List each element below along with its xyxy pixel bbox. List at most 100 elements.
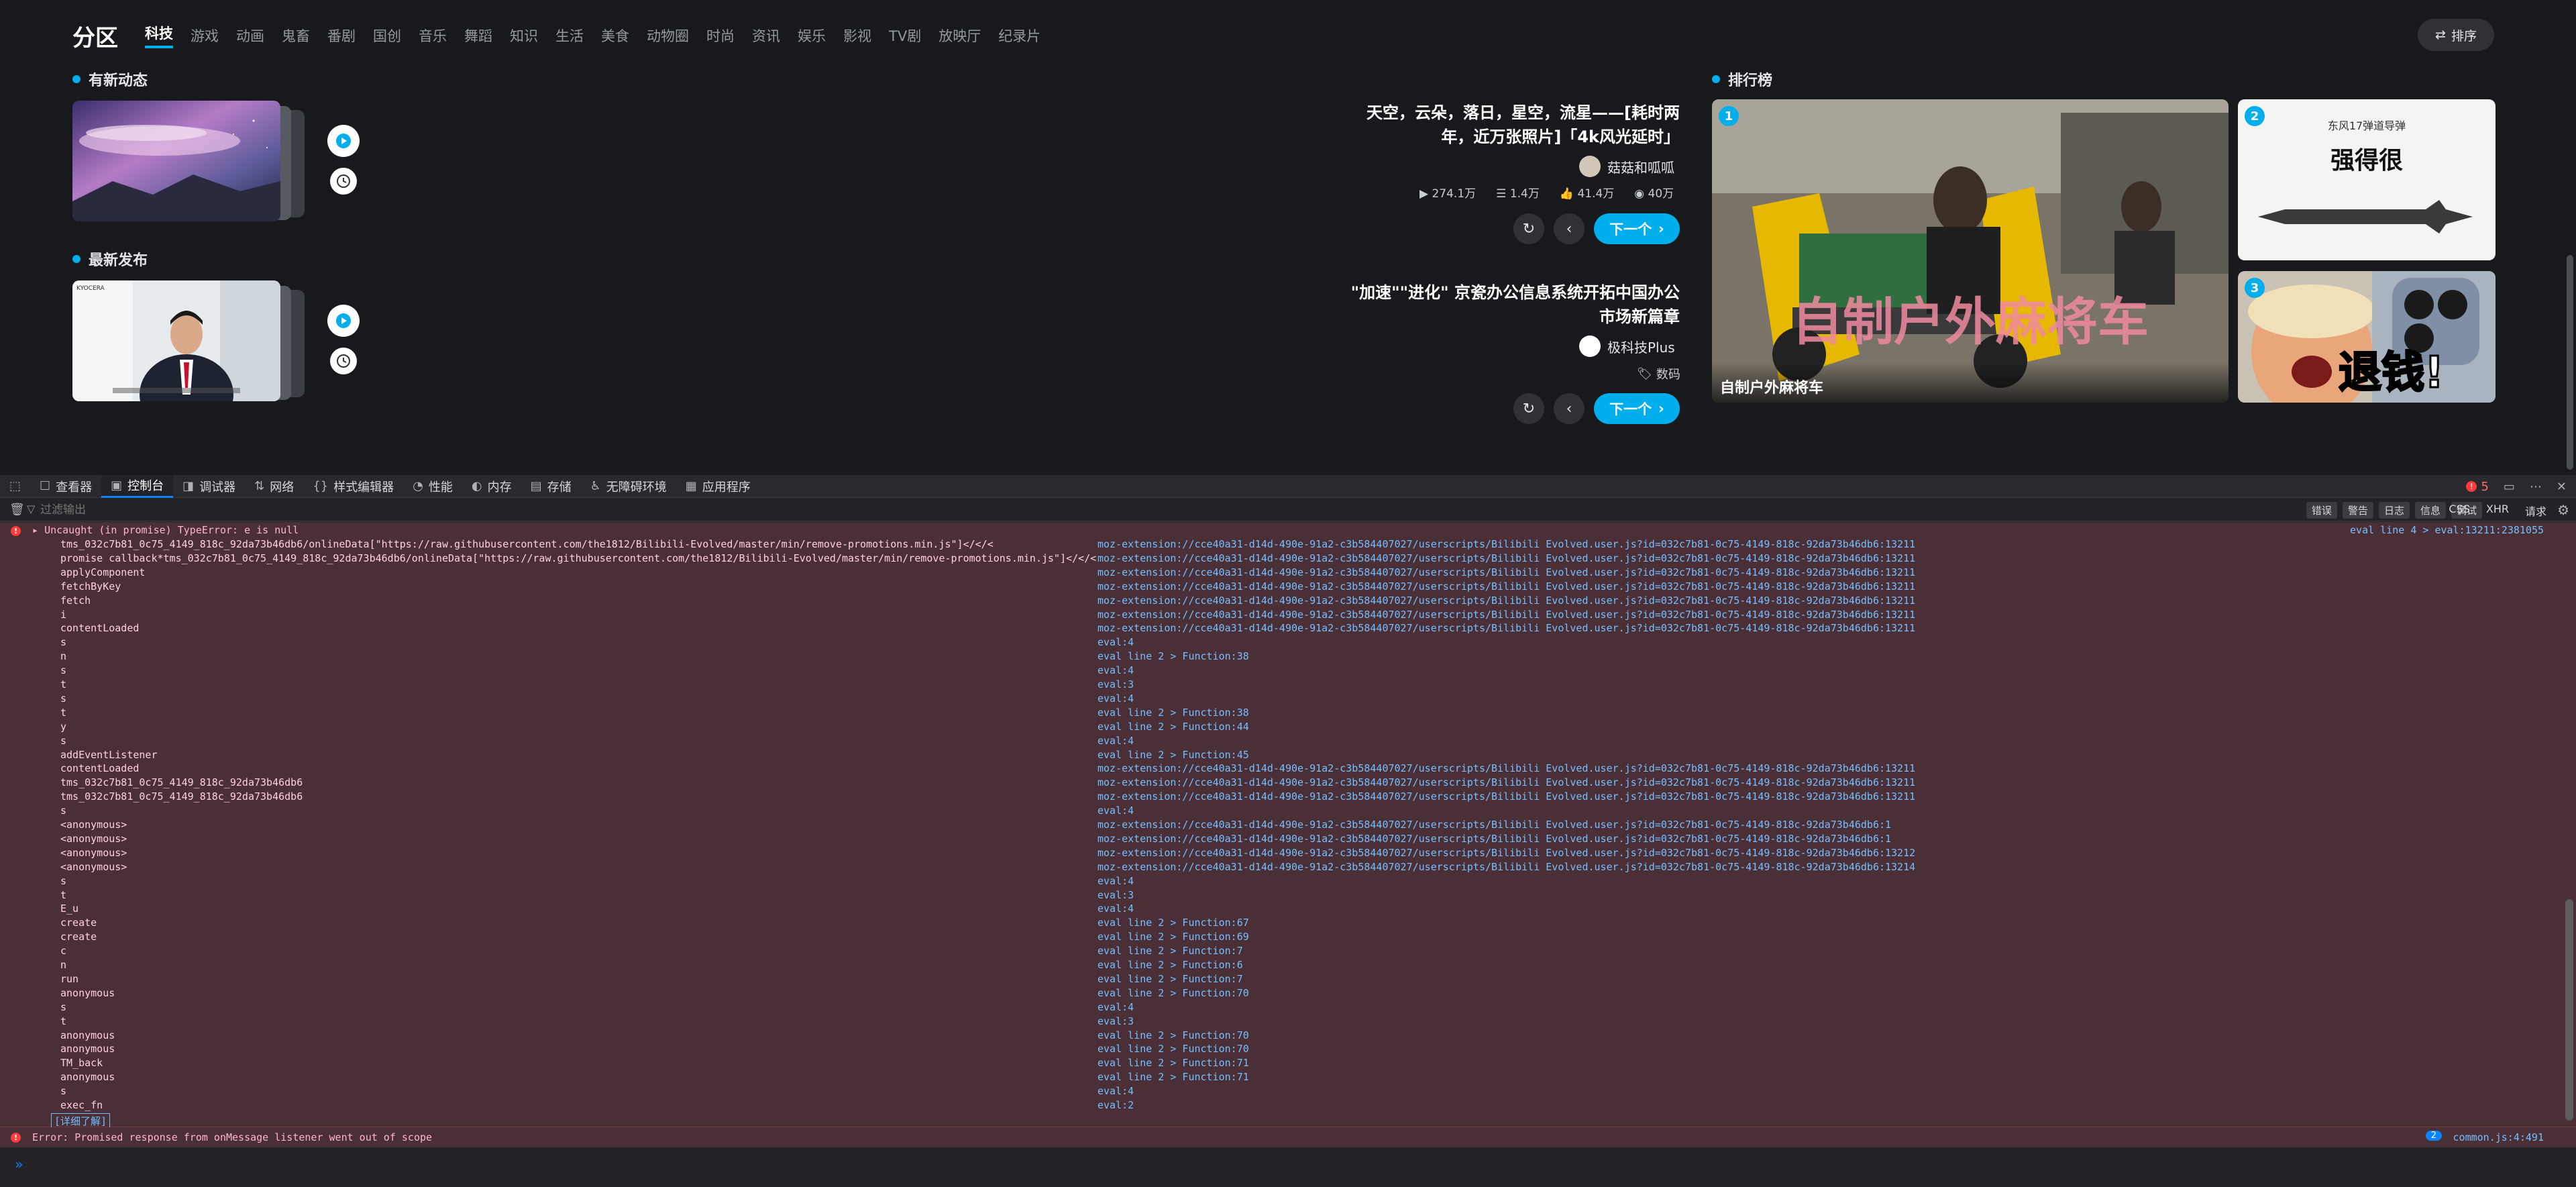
stack-frame-location[interactable]: eval line 2 > Function:67 <box>1097 917 1249 929</box>
stack-frame-location[interactable]: moz-extension://cce40a31-d14d-490e-91a2-… <box>1097 861 1915 873</box>
stack-frame-location[interactable]: eval:4 <box>1097 805 1134 817</box>
dynamic-author[interactable]: 菇菇和呱呱 <box>1579 156 1674 177</box>
stack-frame-location[interactable]: eval:4 <box>1097 735 1134 747</box>
category-tab[interactable]: 时尚 <box>706 25 735 46</box>
stack-frame-location[interactable]: eval:3 <box>1097 1015 1134 1027</box>
category-tab[interactable]: 番剧 <box>327 25 356 46</box>
stack-frame-location[interactable]: eval:3 <box>1097 889 1134 901</box>
stack-frame-location[interactable]: moz-extension://cce40a31-d14d-490e-91a2-… <box>1097 790 1915 803</box>
error2-text[interactable]: Error: Promised response from onMessage … <box>32 1131 432 1143</box>
category-tab[interactable]: 放映厅 <box>938 25 981 46</box>
settings-gear-icon[interactable]: ⚙ <box>2557 502 2569 518</box>
devtools-tab[interactable]: ▣ 控制台 <box>101 474 174 498</box>
error2-source-link[interactable]: common.js:4:491 <box>2453 1131 2544 1143</box>
stack-frame-location[interactable]: moz-extension://cce40a31-d14d-490e-91a2-… <box>1097 819 1891 831</box>
error-source-link[interactable]: eval line 4 > eval:13211:2381055 <box>2350 524 2544 536</box>
category-tab[interactable]: 音乐 <box>419 25 447 46</box>
category-tab[interactable]: 影视 <box>843 25 871 46</box>
filter-input[interactable] <box>40 503 577 517</box>
log-level-button[interactable]: 警告 <box>2342 502 2373 519</box>
console-input[interactable]: » <box>0 1148 2576 1187</box>
stack-frame-location[interactable]: eval line 2 > Function:44 <box>1097 721 1249 733</box>
log-level-button[interactable]: 错误 <box>2306 502 2337 519</box>
page-scrollbar[interactable] <box>2567 255 2573 470</box>
request-filter-button[interactable]: XHR <box>2486 503 2509 519</box>
stack-frame-location[interactable]: eval line 2 > Function:6 <box>1097 959 1243 971</box>
request-filter-button[interactable]: 请求 <box>2525 503 2546 519</box>
stack-frame-location[interactable]: eval line 2 > Function:7 <box>1097 973 1243 985</box>
stack-frame-location[interactable]: eval:4 <box>1097 1001 1134 1013</box>
stack-frame-location[interactable]: moz-extension://cce40a31-d14d-490e-91a2-… <box>1097 776 1915 788</box>
stack-frame-location[interactable]: eval line 2 > Function:71 <box>1097 1057 1249 1069</box>
stack-frame-location[interactable]: eval line 2 > Function:70 <box>1097 1043 1249 1055</box>
stack-frame-location[interactable]: eval:3 <box>1097 678 1134 690</box>
error-count-badge[interactable]: ! 5 <box>2466 480 2489 494</box>
category-tab[interactable]: 鬼畜 <box>282 25 310 46</box>
stack-frame-location[interactable]: moz-extension://cce40a31-d14d-490e-91a2-… <box>1097 538 1915 550</box>
dynamic-video-title[interactable]: 天空，云朵，落日，星空，流星——[耗时两 年，近万张照片]「4k风光延时」 <box>1277 101 1680 149</box>
refresh-button[interactable]: ↻ <box>1513 213 1544 244</box>
stack-frame-location[interactable]: moz-extension://cce40a31-d14d-490e-91a2-… <box>1097 833 1891 845</box>
latest-video-title[interactable]: "加速""进化" 京瓷办公信息系统开拓中国办公 市场新篇章 <box>1277 280 1680 329</box>
log-level-button[interactable]: 日志 <box>2378 502 2410 519</box>
latest-author[interactable]: 极科技Plus <box>1579 336 1675 357</box>
error-text[interactable]: ▸ Uncaught (in promise) TypeError: e is … <box>32 524 299 536</box>
close-icon[interactable]: ✕ <box>2557 480 2567 494</box>
stack-frame-location[interactable]: moz-extension://cce40a31-d14d-490e-91a2-… <box>1097 552 1915 564</box>
thumbnail-image[interactable] <box>72 101 280 221</box>
rank-card-1[interactable]: 自制户外麻将车 自制户外麻将车 1 <box>1712 99 2229 403</box>
stack-frame-location[interactable]: eval line 2 > Function:70 <box>1097 1029 1249 1041</box>
stack-frame-location[interactable]: moz-extension://cce40a31-d14d-490e-91a2-… <box>1097 566 1915 578</box>
latest-video-thumbnail[interactable]: KYOCERA <box>72 280 305 401</box>
category-tab[interactable]: 国创 <box>373 25 401 46</box>
stack-frame-location[interactable]: eval:4 <box>1097 902 1134 915</box>
more-options-icon[interactable]: ⋯ <box>2530 480 2542 494</box>
devtools-tab[interactable]: ◨ 调试器 <box>173 475 245 498</box>
category-tab[interactable]: 动画 <box>236 25 264 46</box>
stack-frame-location[interactable]: eval:4 <box>1097 1085 1134 1097</box>
stack-frame-location[interactable]: eval:4 <box>1097 692 1134 705</box>
watch-later-button[interactable] <box>330 348 357 374</box>
dynamic-video-thumbnail[interactable] <box>72 101 305 221</box>
devtools-tab[interactable]: ⇅ 网络 <box>245 475 303 498</box>
stack-frame-location[interactable]: eval line 2 > Function:38 <box>1097 707 1249 719</box>
responsive-icon[interactable]: ▭ <box>2504 480 2515 494</box>
category-tab[interactable]: TV剧 <box>889 25 921 46</box>
rank-card-2[interactable]: 东风17弹道导弹 强得很 2 <box>2238 99 2496 260</box>
rank-card-3[interactable]: 退钱! 3 <box>2238 271 2496 403</box>
prev-button[interactable]: ‹ <box>1554 393 1585 424</box>
devtools-tab[interactable]: ▦ 应用程序 <box>676 475 760 498</box>
thumbnail-image[interactable]: KYOCERA <box>72 280 280 401</box>
request-filter-button[interactable]: CSS <box>2449 503 2469 519</box>
stack-frame-location[interactable]: eval:4 <box>1097 636 1134 648</box>
category-tab[interactable]: 生活 <box>555 25 584 46</box>
stack-frame-location[interactable]: eval line 2 > Function:7 <box>1097 945 1243 957</box>
category-tab[interactable]: 动物圈 <box>647 25 689 46</box>
refresh-button[interactable]: ↻ <box>1513 393 1544 424</box>
learn-more-link[interactable]: [详细了解] <box>51 1113 111 1129</box>
sort-button[interactable]: ⇄ 排序 <box>2418 19 2494 51</box>
devtools-tab[interactable]: {} 样式编辑器 <box>303 475 403 498</box>
next-button[interactable]: 下一个 › <box>1594 213 1680 244</box>
stack-frame-location[interactable]: moz-extension://cce40a31-d14d-490e-91a2-… <box>1097 580 1915 592</box>
trash-icon[interactable]: 🗑 <box>9 503 25 517</box>
devtools-tab[interactable]: ☐ 查看器 <box>30 475 101 498</box>
category-tab[interactable]: 资讯 <box>752 25 780 46</box>
category-tab[interactable]: 游戏 <box>191 25 219 46</box>
category-tab[interactable]: 舞蹈 <box>464 25 492 46</box>
play-button[interactable] <box>327 125 360 157</box>
stack-frame-location[interactable]: moz-extension://cce40a31-d14d-490e-91a2-… <box>1097 622 1915 634</box>
log-level-button[interactable]: 信息 <box>2414 502 2446 519</box>
category-tab[interactable]: 纪录片 <box>998 25 1040 46</box>
console-scrollbar[interactable] <box>2565 899 2573 1121</box>
prev-button[interactable]: ‹ <box>1554 213 1585 244</box>
devtools-tab[interactable]: ◐ 内存 <box>462 475 521 498</box>
category-tab[interactable]: 知识 <box>510 25 538 46</box>
stack-frame-location[interactable]: moz-extension://cce40a31-d14d-490e-91a2-… <box>1097 609 1915 621</box>
devtools-tab[interactable]: ◔ 性能 <box>403 475 462 498</box>
watch-later-button[interactable] <box>330 168 357 195</box>
stack-frame-location[interactable]: eval line 2 > Function:71 <box>1097 1071 1249 1083</box>
stack-frame-location[interactable]: eval:4 <box>1097 875 1134 887</box>
element-picker-button[interactable]: ⬚ <box>0 475 30 498</box>
stack-frame-location[interactable]: eval line 2 > Function:70 <box>1097 987 1249 999</box>
